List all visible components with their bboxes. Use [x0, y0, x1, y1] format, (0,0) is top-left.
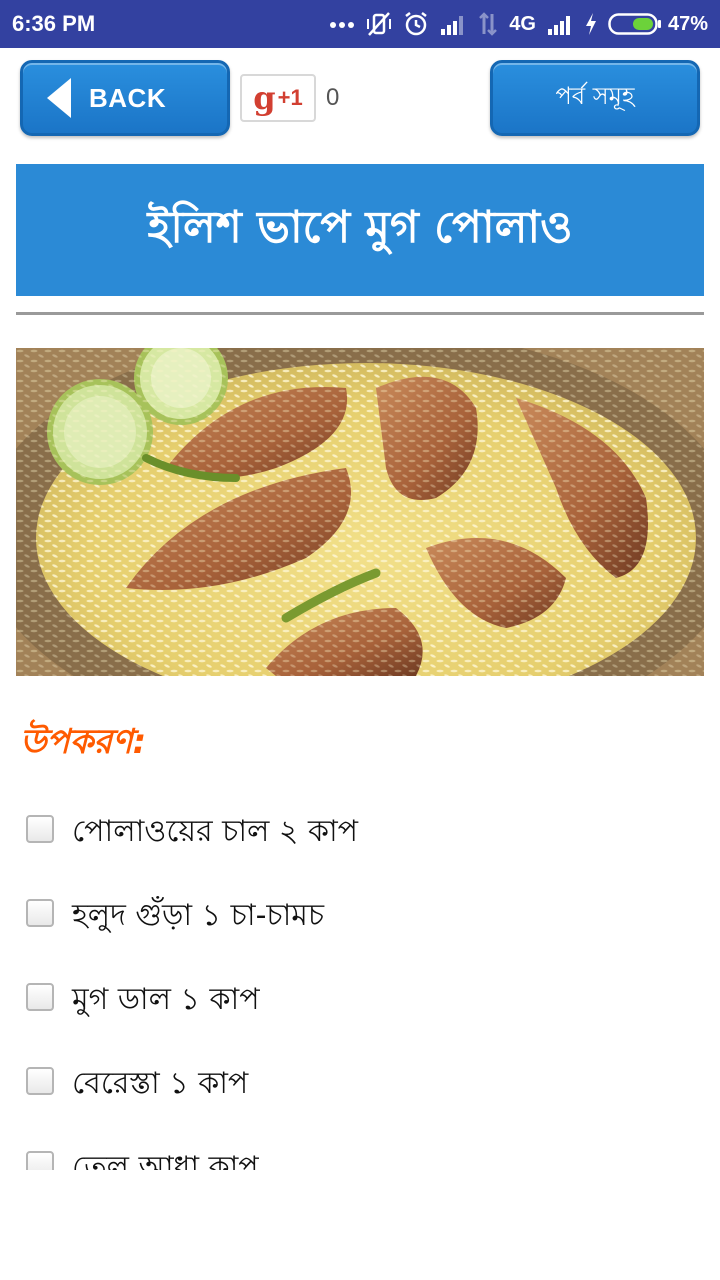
recipe-title: ইলিশ ভাপে মুগ পোলাও [147, 201, 573, 253]
ingredients-list: পোলাওয়ের চাল ২ কাপ হলুদ গুঁড়া ১ চা-চাম… [26, 790, 696, 1170]
ingredient-label: বেরেস্তা ১ কাপ [72, 1065, 249, 1101]
ingredient-checkbox[interactable] [26, 1067, 54, 1095]
list-item: তেল আধা কাপ [26, 1126, 696, 1170]
ingredient-checkbox[interactable] [26, 983, 54, 1011]
battery-percent: 47% [667, 12, 708, 35]
google-plus-one-button[interactable]: g +1 [240, 74, 316, 122]
back-button[interactable]: BACK [20, 60, 230, 136]
status-time: 6:36 PM [12, 11, 96, 36]
vibrate-off-icon [365, 11, 393, 37]
list-item: পোলাওয়ের চাল ২ কাপ [26, 790, 696, 874]
episodes-button[interactable]: পর্ব সমূহ [490, 60, 700, 136]
ingredients-heading: উপকরণ: [20, 722, 147, 762]
ingredient-checkbox[interactable] [26, 899, 54, 927]
ingredient-checkbox[interactable] [26, 1151, 54, 1170]
status-icons: 4G 47% [329, 11, 708, 37]
alarm-icon [403, 11, 429, 37]
back-button-label: BACK [89, 82, 167, 113]
dish-photo [16, 348, 704, 676]
back-arrow-icon [47, 78, 71, 118]
signal-icon-2 [546, 13, 574, 35]
ingredient-checkbox[interactable] [26, 815, 54, 843]
divider [16, 312, 704, 315]
list-item: হলুদ গুঁড়া ১ চা-চামচ [26, 874, 696, 958]
data-transfer-icon [477, 12, 499, 36]
more-dots-icon [329, 19, 355, 29]
gplus-count: 0 [326, 84, 340, 111]
recipe-title-banner: ইলিশ ভাপে মুগ পোলাও [16, 164, 704, 296]
battery-icon [608, 13, 661, 35]
ingredient-label: তেল আধা কাপ [72, 1149, 259, 1171]
list-item: বেরেস্তা ১ কাপ [26, 1042, 696, 1126]
ingredient-label: হলুদ গুঁড়া ১ চা-চামচ [72, 897, 325, 933]
signal-icon [439, 13, 467, 35]
list-item: মুগ ডাল ১ কাপ [26, 958, 696, 1042]
google-plus-icon: g [253, 79, 276, 117]
status-bar: 6:36 PM 4G 47% [0, 0, 720, 48]
charging-icon [584, 12, 598, 36]
ingredient-label: মুগ ডাল ১ কাপ [72, 981, 260, 1017]
battery-indicator: 47% [608, 12, 708, 36]
gplus-label: +1 [277, 85, 303, 110]
network-type: 4G [509, 12, 536, 35]
ingredient-label: পোলাওয়ের চাল ২ কাপ [72, 813, 359, 849]
